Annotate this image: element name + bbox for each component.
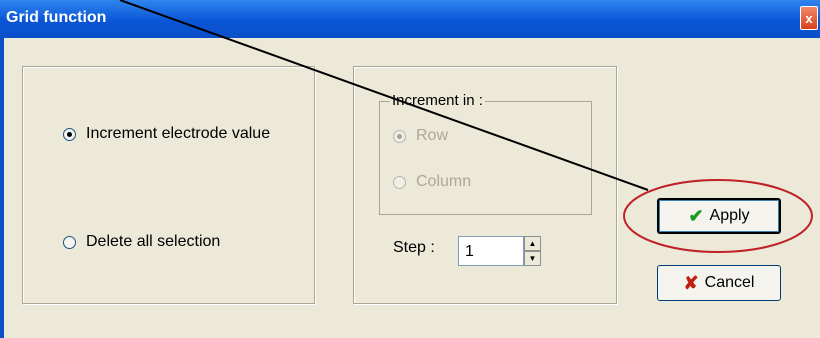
window-left-border xyxy=(0,38,4,338)
delete-all-selection-radio[interactable] xyxy=(63,235,76,249)
column-option[interactable]: Column xyxy=(393,173,471,191)
delete-all-selection-option[interactable]: Delete all selection xyxy=(63,233,220,251)
grid-function-dialog: Grid function x Increment electrode valu… xyxy=(0,0,820,338)
x-icon: ✘ xyxy=(683,273,699,293)
close-button[interactable]: x xyxy=(800,6,818,30)
increment-in-fieldset xyxy=(379,101,592,215)
increment-electrode-radio[interactable] xyxy=(63,127,76,141)
increment-electrode-option[interactable]: Increment electrode value xyxy=(63,125,270,143)
apply-label: Apply xyxy=(709,207,750,224)
cancel-label: Cancel xyxy=(704,274,755,291)
apply-button[interactable]: ✔ Apply xyxy=(657,198,781,234)
window-title: Grid function xyxy=(6,9,107,26)
close-icon: x xyxy=(805,10,813,26)
column-radio[interactable] xyxy=(393,175,406,189)
check-icon: ✔ xyxy=(688,206,704,226)
step-spinner[interactable]: ▲ ▼ xyxy=(524,236,541,266)
spin-up-button[interactable]: ▲ xyxy=(524,236,541,251)
increment-in-legend: Increment in : xyxy=(390,92,485,109)
increment-electrode-label: Increment electrode value xyxy=(86,125,271,142)
step-input[interactable]: 1 xyxy=(458,236,524,266)
delete-all-selection-label: Delete all selection xyxy=(86,233,221,250)
column-label: Column xyxy=(416,173,472,190)
operation-group xyxy=(22,66,315,304)
title-bar[interactable]: Grid function x xyxy=(0,0,820,38)
dialog-client-area: Increment electrode value Delete all sel… xyxy=(0,38,820,338)
spin-down-button[interactable]: ▼ xyxy=(524,251,541,266)
row-radio[interactable] xyxy=(393,129,406,143)
row-label: Row xyxy=(416,127,449,144)
row-option[interactable]: Row xyxy=(393,127,448,145)
up-arrow-icon: ▲ xyxy=(528,239,537,248)
cancel-button[interactable]: ✘ Cancel xyxy=(657,265,781,301)
step-label: Step : xyxy=(393,239,435,256)
down-arrow-icon: ▼ xyxy=(528,254,537,263)
